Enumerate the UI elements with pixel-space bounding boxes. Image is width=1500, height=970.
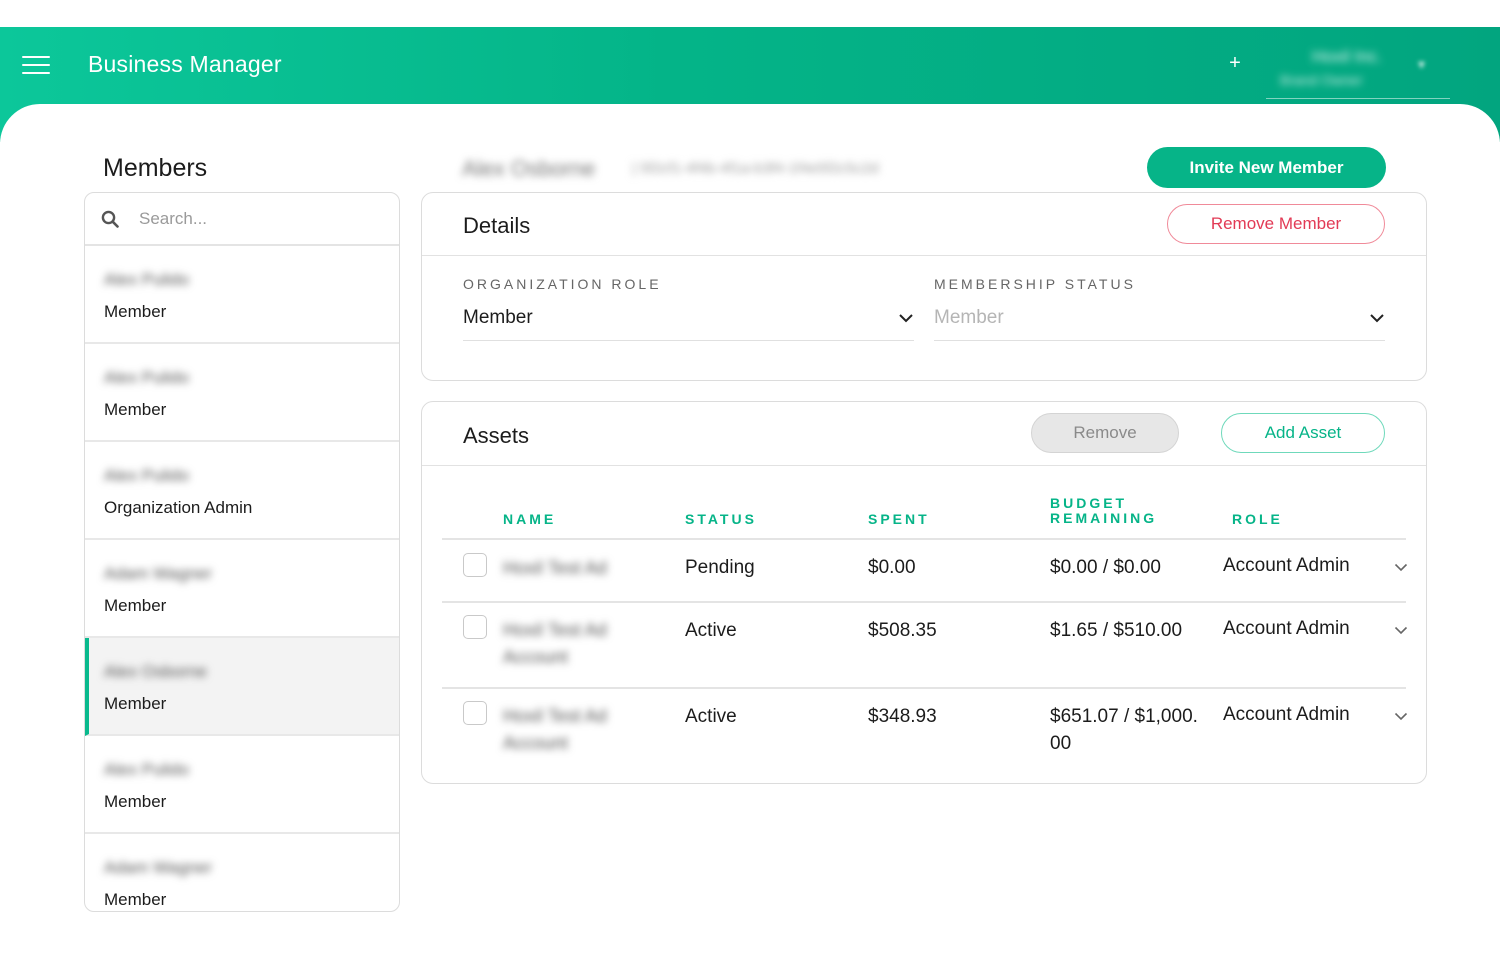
asset-budget-remaining: $0.00 / $0.00	[1050, 557, 1161, 578]
member-name: Adam Wagner	[104, 564, 213, 583]
organization-role-value: Member	[463, 307, 533, 328]
organization-switcher[interactable]: Hoxil Inc. Brand Owner ▾	[1266, 41, 1450, 99]
member-name: Alex Pulido	[104, 270, 190, 289]
divider	[422, 255, 1426, 256]
organization-name: Hoxil Inc.	[1312, 47, 1382, 66]
search-input[interactable]	[139, 205, 379, 233]
selected-member-id: | 5f2cf1-4f4b-4f1a-b3f4-1f4e5f2c5c2d	[632, 160, 879, 177]
chevron-down-icon	[1370, 314, 1384, 323]
asset-name: Hoxil Test Ad Account	[503, 620, 607, 667]
membership-status-label: MEMBERSHIP STATUS	[934, 276, 1136, 292]
column-header-role: ROLE	[1232, 511, 1283, 527]
members-title: Members	[103, 154, 208, 182]
asset-spent: $508.35	[868, 620, 937, 641]
assets-title: Assets	[463, 423, 530, 448]
divider	[442, 687, 1406, 689]
member-list-item-selected[interactable]: Alex Osborne Member	[85, 638, 399, 736]
chevron-down-icon	[1394, 712, 1408, 721]
member-role: Member	[104, 400, 167, 419]
asset-budget-remaining: $651.07 / $1,000.00	[1050, 706, 1198, 754]
member-role: Organization Admin	[104, 498, 253, 517]
membership-status-value: Member	[934, 307, 1004, 328]
asset-name: Hoxil Test Ad Account	[503, 706, 607, 753]
asset-status: Active	[685, 706, 737, 727]
column-header-name: NAME	[503, 511, 557, 527]
member-list-item[interactable]: Alex Pulido Member	[85, 246, 399, 344]
member-role: Member	[104, 890, 167, 909]
asset-role-select[interactable]: Account Admin	[1223, 554, 1408, 584]
asset-role-value: Account Admin	[1223, 618, 1350, 639]
member-name: Alex Pulido	[104, 368, 190, 387]
row-checkbox[interactable]	[463, 615, 487, 639]
asset-spent: $0.00	[868, 557, 916, 578]
chevron-down-icon	[899, 314, 913, 323]
divider	[442, 601, 1406, 603]
remove-member-button[interactable]: Remove Member	[1167, 204, 1385, 244]
organization-role-select[interactable]: Member	[463, 301, 914, 341]
chevron-down-icon	[1394, 563, 1408, 572]
remove-asset-button[interactable]: Remove	[1031, 413, 1179, 453]
column-header-status: STATUS	[685, 511, 757, 527]
row-checkbox[interactable]	[463, 701, 487, 725]
member-name: Alex Pulido	[104, 466, 190, 485]
column-header-budget-remaining: BUDGET REMAINING	[1050, 496, 1157, 526]
membership-status-select[interactable]: Member	[934, 301, 1385, 341]
row-checkbox[interactable]	[463, 553, 487, 577]
asset-budget-remaining: $1.65 / $510.00	[1050, 620, 1183, 641]
add-asset-button[interactable]: Add Asset	[1221, 413, 1385, 453]
member-name: Alex Pulido	[104, 760, 190, 779]
asset-spent: $348.93	[868, 706, 937, 727]
member-role: Member	[104, 792, 167, 811]
divider	[422, 465, 1426, 466]
details-title: Details	[463, 213, 531, 238]
invite-new-member-button[interactable]: Invite New Member	[1147, 147, 1386, 188]
assets-panel: Assets NAME STATUS SPENT BUDGET REMAININ…	[421, 401, 1427, 784]
member-role: Member	[104, 694, 167, 713]
member-role: Member	[104, 596, 167, 615]
member-list-item[interactable]: Adam Wagner Member	[85, 834, 399, 911]
member-list-item[interactable]: Alex Pulido Member	[85, 736, 399, 834]
member-list-item[interactable]: Alex Pulido Organization Admin	[85, 442, 399, 540]
member-list-item[interactable]: Adam Wagner Member	[85, 540, 399, 638]
chevron-down-icon: ▾	[1418, 56, 1426, 72]
asset-role-select[interactable]: Account Admin	[1223, 703, 1408, 733]
add-icon[interactable]: +	[1225, 52, 1245, 76]
member-role: Member	[104, 302, 167, 321]
search-icon	[101, 210, 119, 228]
member-name: Adam Wagner	[104, 858, 213, 877]
column-header-budget-line1: BUDGET	[1050, 495, 1128, 511]
asset-status: Active	[685, 620, 737, 641]
organization-subtitle: Brand Owner	[1280, 72, 1363, 88]
column-header-budget-line2: REMAINING	[1050, 510, 1158, 526]
asset-name: Hoxil Test Ad	[503, 558, 607, 578]
asset-status: Pending	[685, 557, 755, 578]
search-bar	[85, 193, 399, 246]
column-header-spent: SPENT	[868, 511, 930, 527]
asset-role-value: Account Admin	[1223, 555, 1350, 576]
divider	[442, 538, 1406, 540]
chevron-down-icon	[1394, 626, 1408, 635]
member-list-item[interactable]: Alex Pulido Member	[85, 344, 399, 442]
member-name: Alex Osborne	[104, 662, 207, 681]
organization-role-label: ORGANIZATION ROLE	[463, 276, 662, 292]
selected-member-name: Alex Osborne	[462, 156, 596, 181]
members-list: Alex Pulido Member Alex Pulido Member Al…	[84, 192, 400, 912]
app-title: Business Manager	[88, 51, 282, 77]
asset-role-value: Account Admin	[1223, 704, 1350, 725]
menu-icon[interactable]	[22, 56, 50, 76]
asset-role-select[interactable]: Account Admin	[1223, 617, 1408, 647]
